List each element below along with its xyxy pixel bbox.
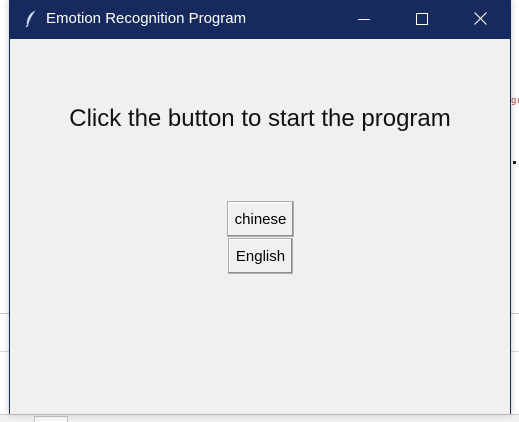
background-text: gr: [511, 96, 519, 106]
background-tab[interactable]: [34, 416, 68, 422]
maximize-icon: [416, 10, 428, 29]
chinese-button[interactable]: chinese: [227, 201, 294, 237]
close-button[interactable]: [451, 0, 509, 39]
background-mark: [513, 161, 516, 164]
minimize-icon: [358, 10, 370, 29]
minimize-button[interactable]: [335, 0, 393, 39]
background-statusbar: [0, 414, 519, 422]
window-title: Emotion Recognition Program: [46, 10, 247, 27]
close-icon: [473, 10, 487, 29]
window-client-area: Click the button to start the program ch…: [10, 39, 510, 414]
prompt-label: Click the button to start the program: [69, 105, 451, 132]
maximize-button[interactable]: [393, 0, 451, 39]
english-button[interactable]: English: [228, 238, 293, 274]
title-bar[interactable]: Emotion Recognition Program: [10, 0, 510, 39]
app-window: Emotion Recognition Program Click the bu…: [9, 0, 511, 414]
feather-icon: [23, 10, 39, 28]
